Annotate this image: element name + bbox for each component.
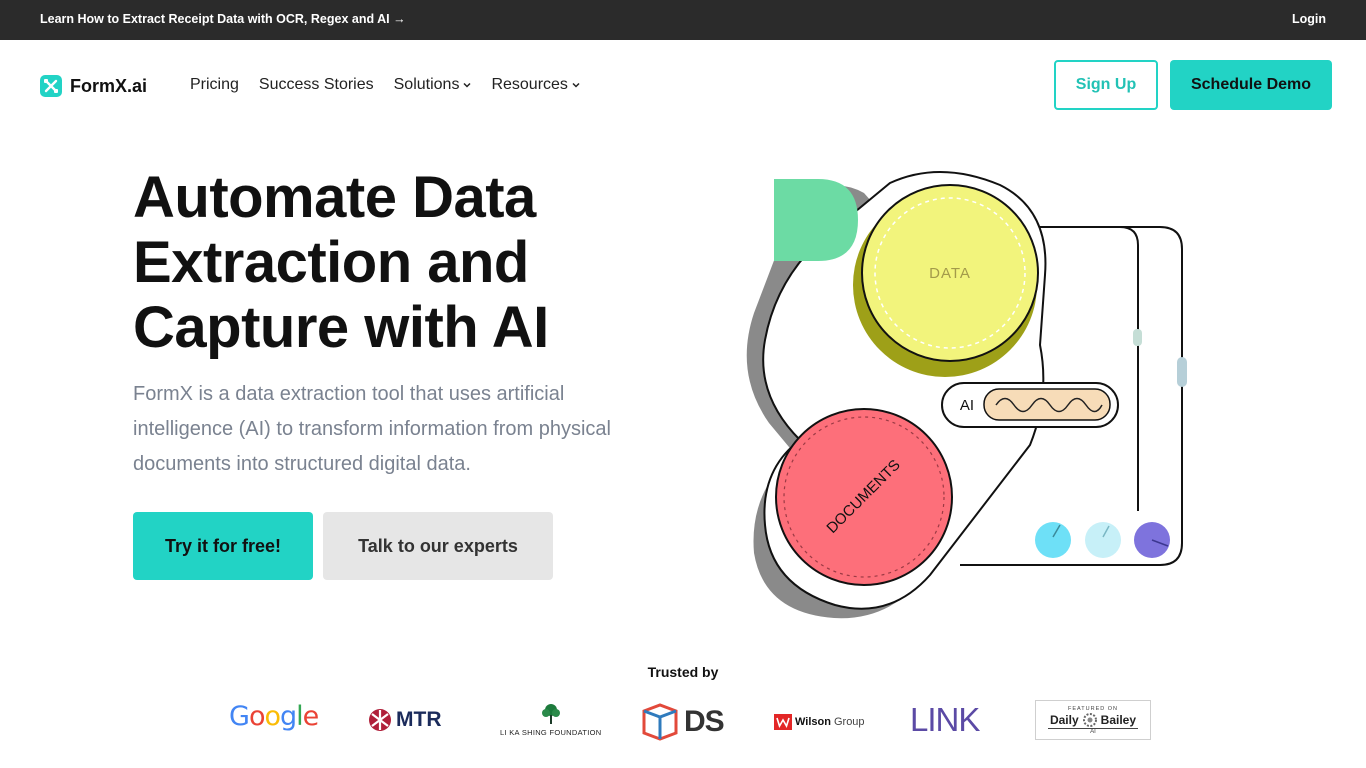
hero-title-line: Extraction and [133,230,529,295]
google-logo-text: Google [229,701,319,732]
main-nav: FormX.ai Pricing Success Stories Solutio… [0,40,1366,130]
nav-item-label: Pricing [190,76,239,93]
nav-item-resources[interactable]: Resources [491,76,580,94]
daily-bailey-right-text: Bailey [1100,712,1137,727]
hero-title-line: Capture with AI [133,295,549,360]
nav-item-pricing[interactable]: Pricing [190,76,239,94]
hero-subtitle: FormX is a data extraction tool that use… [133,377,673,482]
brand-logo[interactable]: FormX.ai [40,74,147,98]
wilson-logo-text: Wilson [795,716,831,728]
announcement-link[interactable]: Learn How to Extract Receipt Data with O… [40,12,406,26]
knob-icon [1085,522,1121,558]
nav-item-label: Success Stories [258,76,374,93]
ds-logo: DS [640,703,725,741]
lksf-logo-text: LI KA SHING FOUNDATION [500,728,602,737]
ds-logo-text: DS [684,705,725,738]
ds-cube-icon [642,703,678,741]
mtr-logo-icon [369,709,391,731]
hero-subtitle-line: documents into structured digital data. [133,453,471,475]
google-logo: Google [229,701,319,732]
sign-up-button[interactable]: Sign Up [1054,60,1158,110]
knob-icon [1035,522,1071,558]
nav-item-label: Solutions [393,76,460,93]
lksf-logo: LI KA SHING FOUNDATION [500,703,601,737]
hero-title-line: Automate Data [133,165,536,230]
nav-item-label: Resources [491,76,568,93]
link-logo: LINK [910,701,980,739]
data-label: DATA [929,265,971,282]
chevron-down-icon [572,82,580,88]
hero-subtitle-line: intelligence (AI) to transform informati… [133,418,611,440]
link-logo-text: LINK [910,701,980,738]
trusted-logos: Google MTR LI KA SHING FOUNDATION DS Wil… [0,695,1366,755]
nav-menu: Pricing Success Stories Solutions Resour… [190,76,580,94]
daily-bailey-badge: FEATURED ON Daily Bailey AI [1035,700,1151,740]
hero-title: Automate Data Extraction and Capture wit… [133,165,693,360]
talk-to-experts-button[interactable]: Talk to our experts [323,512,553,580]
track-handle-large [1177,357,1187,387]
daily-bailey-bottom-text: AI [1048,727,1138,735]
wilson-group-logo: Wilson Group [774,714,865,730]
nav-item-solutions[interactable]: Solutions [394,76,472,94]
mtr-logo: MTR [368,708,442,732]
hero-subtitle-line: FormX is a data extraction tool that use… [133,383,565,405]
gear-icon [1082,712,1097,727]
trusted-heading: Trusted by [647,664,719,680]
formx-logo-icon [40,75,62,97]
tree-icon [541,704,560,724]
hero-illustration: DATA AI DOCUMENTS [746,171,1187,619]
try-free-button[interactable]: Try it for free! [133,512,313,580]
announcement-bar: Learn How to Extract Receipt Data with O… [0,0,1366,40]
wilson-group-text: Group [833,716,865,728]
nav-item-success-stories[interactable]: Success Stories [259,76,374,94]
schedule-demo-button[interactable]: Schedule Demo [1170,60,1332,110]
chevron-down-icon [463,82,471,88]
daily-bailey-left-text: Daily [1049,712,1079,727]
track-handle-small [1133,329,1142,346]
green-d-shape [774,179,858,261]
brand-name: FormX.ai [70,75,148,96]
ai-label: AI [960,397,974,414]
login-link[interactable]: Login [1292,12,1326,26]
mtr-logo-text: MTR [396,708,442,731]
wilson-logo-icon [774,714,792,730]
